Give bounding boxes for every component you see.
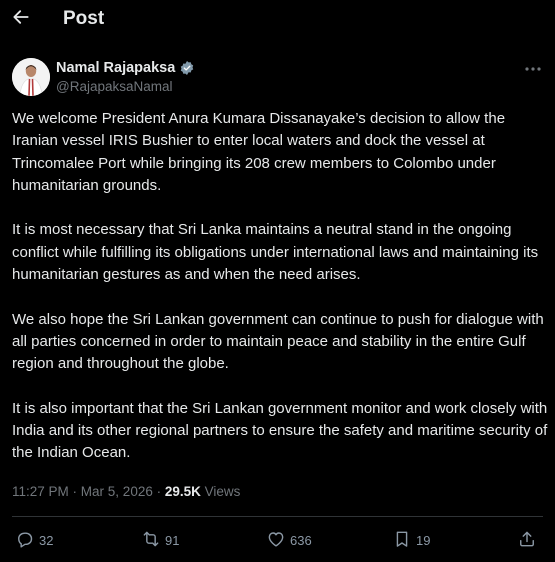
views-count[interactable]: 29.5K [165,484,201,499]
like-count: 636 [290,532,312,548]
action-bar: 32 91 636 19 [0,528,555,552]
meta-separator: · [68,484,81,499]
tweet-date[interactable]: Mar 5, 2026 [81,484,153,499]
top-bar: Post [0,0,555,42]
views-label: Views [200,484,241,499]
meta-separator: · [152,484,165,499]
reply-button[interactable]: 32 [15,528,53,552]
tweet-time[interactable]: 11:27 PM [12,484,69,499]
author-handle[interactable]: @RajapaksaNamal [56,79,173,94]
tweet-paragraph: We welcome President Anura Kumara Dissan… [12,110,506,194]
tweet-paragraph: It is also important that the Sri Lankan… [12,399,548,462]
tweet-paragraph: We also hope the Sri Lankan government c… [12,310,544,373]
share-icon [517,529,537,552]
verified-badge-icon [179,60,195,76]
more-horizontal-icon [524,59,542,77]
page-title: Post [63,8,105,29]
back-button[interactable] [6,4,36,34]
repost-icon [141,529,161,552]
arrow-left-icon [11,7,31,32]
tweet-meta: 11:27 PM · Mar 5, 2026 · 29.5K Views [12,484,240,499]
repost-button[interactable]: 91 [141,528,179,552]
author-name-row: Namal Rajapaksa [56,58,195,77]
repost-count: 91 [165,532,180,548]
bookmark-button[interactable]: 19 [392,528,430,552]
bookmark-icon [392,529,412,552]
reply-count: 32 [39,532,54,548]
share-button[interactable] [517,528,537,552]
reply-icon [15,529,35,552]
avatar[interactable] [12,58,50,96]
divider [12,516,543,517]
tweet-text: We welcome President Anura Kumara Dissan… [12,108,548,465]
more-button[interactable] [520,58,546,78]
bookmark-count: 19 [416,532,431,548]
author-name[interactable]: Namal Rajapaksa [56,60,175,76]
like-button[interactable]: 636 [266,528,312,552]
tweet-paragraph: It is most necessary that Sri Lanka main… [12,221,539,284]
heart-icon [266,529,286,552]
